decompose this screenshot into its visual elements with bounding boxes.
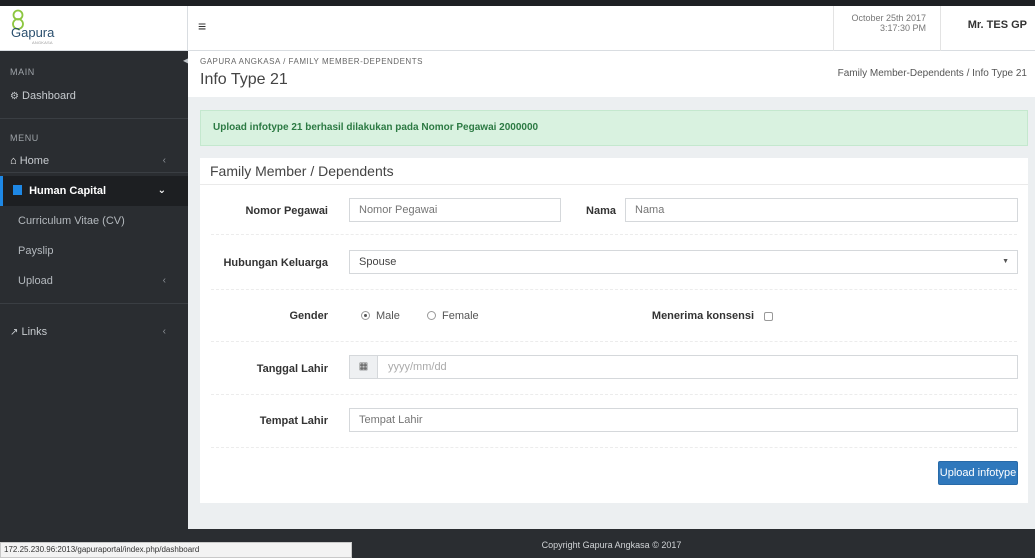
sidebar-item-label: Curriculum Vitae (CV) (18, 215, 125, 227)
sidebar-item-label: Links (21, 326, 48, 338)
tempat-lahir-input[interactable] (349, 408, 1018, 432)
logo-subtext: ANGKASA (32, 40, 53, 45)
tanggal-lahir-label: Tanggal Lahir (256, 363, 328, 375)
calendar-icon: ▦ (350, 356, 378, 378)
radio-label: Female (442, 310, 479, 322)
sidebar-item-label: Payslip (18, 245, 54, 257)
form-panel: Family Member / Dependents Nomor Pegawai… (200, 158, 1028, 503)
select-value: Spouse (359, 256, 397, 268)
sidebar-item-payslip[interactable]: Payslip (0, 236, 188, 266)
menerima-konsensi-checkbox[interactable] (764, 312, 773, 321)
sidebar-divider (0, 172, 188, 173)
nama-input[interactable] (625, 198, 1018, 222)
page-title: Info Type 21 (200, 71, 288, 88)
gender-male-radio[interactable]: Male (361, 310, 400, 322)
top-navbar: Gapura ANGKASA ≡ October 25th 2017 3:17:… (0, 0, 1035, 51)
nama-label: Nama (586, 205, 616, 217)
tanggal-lahir-input[interactable]: ▦ yyyy/mm/dd (349, 355, 1018, 379)
panel-divider (200, 184, 1028, 185)
sidebar-section-main: MAIN (10, 67, 35, 77)
tempat-lahir-label: Tempat Lahir (259, 415, 328, 427)
page-header: GAPURA ANGKASA / FAMILY MEMBER-DEPENDENT… (188, 51, 1035, 97)
sidebar-divider (0, 303, 188, 304)
sidebar-item-label: Upload (18, 275, 53, 287)
row-divider (211, 234, 1017, 235)
date-placeholder: yyyy/mm/dd (388, 361, 447, 373)
external-link-icon: ↗ (10, 327, 19, 338)
radio-label: Male (376, 310, 400, 322)
logo[interactable]: Gapura ANGKASA (0, 6, 188, 51)
sidebar-item-cv[interactable]: Curriculum Vitae (CV) (0, 206, 188, 236)
gender-female-radio[interactable]: Female (427, 310, 479, 322)
chevron-left-icon: ‹ (162, 275, 166, 286)
menerima-konsensi-label: Menerima konsensi (651, 310, 754, 322)
row-divider (211, 341, 1017, 342)
hubungan-keluarga-select[interactable]: Spouse ▼ (349, 250, 1018, 274)
breadcrumb-top: GAPURA ANGKASA / FAMILY MEMBER-DEPENDENT… (200, 57, 423, 66)
sidebar-item-label: Home (19, 155, 50, 167)
user-menu[interactable]: Mr. TES GP (968, 19, 1027, 31)
row-divider (211, 447, 1017, 448)
sidebar-section-menu: MENU (10, 133, 39, 143)
radio-selected-icon (361, 311, 370, 320)
date-text: October 25th 2017 (851, 13, 926, 23)
hamburger-icon[interactable]: ≡ (198, 18, 206, 34)
hubungan-keluarga-label: Hubungan Keluarga (223, 257, 328, 269)
sidebar-divider (0, 118, 188, 119)
gears-icon: ⚙ (10, 91, 19, 102)
radio-unselected-icon (427, 311, 436, 320)
breadcrumb: Family Member-Dependents / Info Type 21 (837, 68, 1027, 79)
sidebar-item-dashboard[interactable]: ⚙ Dashboard (0, 81, 188, 111)
home-icon: ⌂ (10, 155, 17, 167)
chevron-left-icon: ‹ (162, 326, 166, 337)
copyright-text: Copyright Gapura Angkasa © 2017 (541, 540, 682, 550)
sidebar-item-links[interactable]: ↗ Links ‹ (0, 317, 188, 347)
logo-text: Gapura (11, 25, 55, 40)
row-divider (211, 289, 1017, 290)
panel-title: Family Member / Dependents (210, 163, 394, 179)
nomor-pegawai-label: Nomor Pegawai (245, 205, 328, 217)
sidebar: ◀ MAIN ⚙ Dashboard MENU ⌂ Home ‹ Human C… (0, 51, 189, 558)
main-content: GAPURA ANGKASA / FAMILY MEMBER-DEPENDENT… (188, 51, 1035, 529)
browser-status-url: 172.25.230.96:2013/gapuraportal/index.ph… (0, 542, 352, 558)
row-divider (211, 394, 1017, 395)
caret-down-icon: ▼ (1002, 258, 1009, 265)
sidebar-item-label: Dashboard (22, 90, 76, 102)
time-text: 3:17:30 PM (879, 23, 926, 33)
datetime-display: October 25th 2017 3:17:30 PM (833, 6, 941, 51)
book-icon (13, 185, 22, 195)
gender-label: Gender (289, 310, 328, 322)
sidebar-item-human-capital[interactable]: Human Capital ⌄ (0, 176, 188, 206)
upload-infotype-button[interactable]: Upload infotype (938, 461, 1018, 485)
chevron-down-icon: ⌄ (157, 185, 166, 196)
nomor-pegawai-input[interactable] (349, 198, 561, 222)
sidebar-item-upload[interactable]: Upload ‹ (0, 266, 188, 296)
success-alert: Upload infotype 21 berhasil dilakukan pa… (200, 110, 1028, 146)
sidebar-item-label: Human Capital (29, 185, 107, 197)
